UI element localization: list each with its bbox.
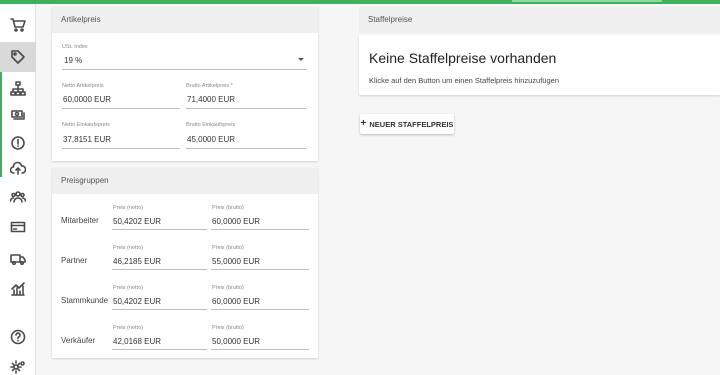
preis-brutto-label: Preis (brutto) — [212, 325, 244, 331]
artikelpreis-card: Artikelpreis USt. Index 19 % Netto Artik… — [52, 7, 318, 161]
tag-icon — [11, 50, 25, 64]
credit-card-icon — [10, 221, 26, 233]
preisgruppe-name: Mitarbeiter — [61, 216, 99, 225]
preis-brutto-input[interactable]: 50,0000 EUR — [212, 337, 260, 346]
preis-brutto-underline — [211, 229, 309, 230]
preis-netto-underline — [112, 229, 207, 230]
help-icon — [10, 329, 26, 345]
staffelpreise-header: Staffelpreise — [359, 7, 720, 33]
preis-brutto-input[interactable]: 55,0000 EUR — [212, 257, 260, 266]
coins-icon — [11, 110, 25, 120]
staffelpreise-empty-card: Keine Staffelpreise vorhanden Klicke auf… — [359, 35, 720, 95]
preis-netto-label: Preis (netto) — [113, 325, 143, 331]
plus-icon: + — [360, 118, 367, 129]
nav-help[interactable] — [0, 322, 36, 352]
netto-einkaufspreis-input[interactable]: 37,8151 EUR — [63, 135, 111, 144]
preis-brutto-label: Preis (brutto) — [212, 205, 244, 211]
staffelpreise-section: Staffelpreise — [359, 7, 720, 33]
truck-icon — [10, 254, 26, 266]
preis-brutto-underline — [211, 309, 309, 310]
preis-netto-underline — [112, 309, 207, 310]
preis-brutto-input[interactable]: 60,0000 EUR — [212, 297, 260, 306]
analytics-icon — [11, 282, 25, 296]
nav-customers[interactable] — [0, 182, 36, 212]
preis-netto-label: Preis (netto) — [113, 285, 143, 291]
preisgruppe-name: Stammkunde — [61, 296, 109, 305]
brutto-einkaufspreis-underline — [186, 148, 307, 149]
nav-upload[interactable] — [0, 154, 36, 184]
nav-payments[interactable] — [0, 212, 36, 242]
netto-einkaufspreis-underline — [62, 148, 180, 149]
chevron-down-icon[interactable] — [298, 58, 304, 61]
preis-netto-input[interactable]: 50,4202 EUR — [113, 297, 161, 306]
netto-artikelpreis-label: Netto Artikelpreis — [62, 83, 104, 89]
ust-select-underline — [62, 69, 307, 70]
preisgruppen-card: Preisgruppen Mitarbeiter Preis (netto) 5… — [52, 168, 318, 358]
preis-brutto-underline — [211, 349, 309, 350]
new-staffelpreis-label: NEUER STAFFELPREIS — [369, 119, 454, 129]
users-icon — [10, 191, 26, 203]
preis-brutto-underline — [211, 269, 309, 270]
netto-artikelpreis-input[interactable]: 60,0000 EUR — [63, 95, 111, 104]
netto-artikelpreis-underline — [62, 108, 180, 109]
staffelpreise-empty-description: Klicke auf den Button um einen Staffelpr… — [369, 76, 559, 85]
brutto-einkaufspreis-label: Brutto Einkaufspreis — [186, 122, 236, 128]
new-staffelpreis-button[interactable]: + NEUER STAFFELPREIS — [360, 114, 454, 134]
top-bar — [0, 0, 720, 4]
preis-netto-underline — [112, 269, 207, 270]
alert-icon — [11, 136, 25, 150]
preisgruppen-header: Preisgruppen — [52, 168, 318, 194]
cart-icon — [10, 18, 26, 32]
sidebar — [0, 4, 36, 375]
preisgruppe-name: Verkäufer — [61, 336, 96, 345]
hierarchy-icon — [10, 81, 26, 96]
preisgruppe-name: Partner — [61, 256, 88, 265]
staffelpreise-empty-title: Keine Staffelpreise vorhanden — [369, 50, 557, 66]
preis-brutto-input[interactable]: 60,0000 EUR — [212, 217, 260, 226]
preis-netto-input[interactable]: 42,0168 EUR — [113, 337, 161, 346]
nav-settings[interactable] — [0, 352, 36, 375]
preis-netto-underline — [112, 349, 207, 350]
top-search-field[interactable] — [512, 0, 662, 2]
preis-netto-label: Preis (netto) — [113, 245, 143, 251]
brutto-artikelpreis-input[interactable]: 71,4000 EUR — [187, 95, 235, 104]
nav-cart[interactable] — [0, 10, 36, 40]
preis-netto-input[interactable]: 50,4202 EUR — [113, 217, 161, 226]
ust-label: USt. Index — [62, 44, 88, 50]
artikelpreis-header: Artikelpreis — [52, 7, 318, 33]
nav-analytics[interactable] — [0, 274, 36, 304]
preis-netto-label: Preis (netto) — [113, 205, 143, 211]
preis-brutto-label: Preis (brutto) — [212, 245, 244, 251]
netto-einkaufspreis-label: Netto Einkaufspreis — [62, 122, 110, 128]
nav-finance[interactable] — [0, 100, 36, 130]
preis-netto-input[interactable]: 46,2185 EUR — [113, 257, 161, 266]
ust-select-value[interactable]: 19 % — [64, 56, 82, 65]
brutto-artikelpreis-underline — [186, 108, 307, 109]
preis-brutto-label: Preis (brutto) — [212, 285, 244, 291]
nav-products[interactable] — [0, 42, 36, 72]
brutto-artikelpreis-label: Brutto Artikelpreis * — [186, 83, 233, 89]
cloud-upload-icon — [10, 161, 26, 175]
brutto-einkaufspreis-input[interactable]: 45,0000 EUR — [187, 135, 235, 144]
nav-shipping[interactable] — [0, 244, 36, 274]
settings-icon — [10, 360, 25, 374]
